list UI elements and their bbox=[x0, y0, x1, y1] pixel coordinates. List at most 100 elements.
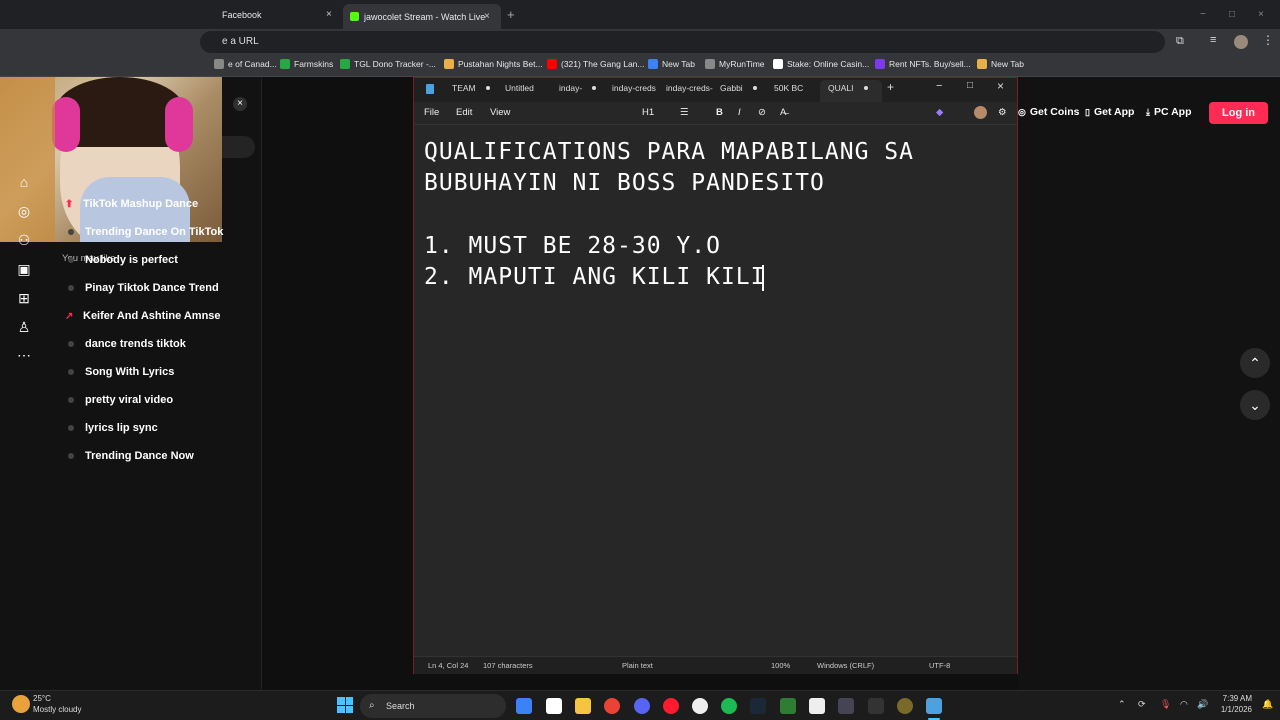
bookmark-item[interactable]: MyRunTime bbox=[705, 59, 765, 69]
link-icon[interactable]: ⊘ bbox=[758, 107, 766, 118]
new-tab-button[interactable]: + bbox=[507, 4, 515, 25]
suggestion-item[interactable]: Trending Dance On TikTok bbox=[65, 226, 223, 238]
discord-icon[interactable] bbox=[634, 698, 650, 714]
live-icon[interactable]: ▣ bbox=[14, 259, 34, 279]
app-icon[interactable] bbox=[897, 698, 913, 714]
get-app-button[interactable]: ▯ Get App bbox=[1085, 106, 1134, 118]
bookmark-item[interactable]: Pustahan Nights Bet... bbox=[444, 59, 543, 69]
volume-icon[interactable]: 🔊 bbox=[1197, 699, 1208, 710]
profile-avatar[interactable] bbox=[1234, 35, 1248, 49]
notepad-tab[interactable]: QUALI bbox=[828, 83, 868, 93]
notepad-tab[interactable]: Gabbi bbox=[720, 83, 757, 93]
close-tab-icon[interactable]: × bbox=[326, 9, 332, 20]
text-editor[interactable]: QUALIFICATIONS PARA MAPABILANG SA BUBUHA… bbox=[414, 124, 1017, 654]
obs-icon[interactable] bbox=[692, 698, 708, 714]
steam-icon[interactable] bbox=[750, 698, 766, 714]
copilot-icon[interactable]: ◆ bbox=[936, 107, 943, 118]
suggestion-item[interactable]: dance trends tiktok bbox=[65, 338, 186, 350]
encoding[interactable]: UTF-8 bbox=[929, 661, 950, 670]
notepad-tab[interactable]: Untitled bbox=[505, 83, 534, 93]
heading-dropdown[interactable]: H1 bbox=[642, 107, 654, 118]
menu-file[interactable]: File bbox=[424, 107, 439, 118]
close-icon[interactable]: × bbox=[233, 97, 247, 111]
notification-icon[interactable]: 🔔 bbox=[1262, 699, 1273, 710]
notepad-tab[interactable]: inday- bbox=[559, 83, 597, 93]
settings-icon[interactable]: ⚙ bbox=[998, 107, 1007, 118]
suggestion-item[interactable]: Song With Lyrics bbox=[65, 366, 174, 378]
account-avatar[interactable] bbox=[974, 106, 987, 119]
file-explorer-icon[interactable] bbox=[575, 698, 591, 714]
pc-app-button[interactable]: ⤓ PC App bbox=[1146, 106, 1192, 118]
menu-view[interactable]: View bbox=[490, 107, 510, 118]
taskbar-search[interactable]: ⌕ Search bbox=[360, 694, 506, 718]
notepad-taskbar-icon[interactable] bbox=[926, 698, 942, 714]
line-ending[interactable]: Windows (CRLF) bbox=[817, 661, 874, 670]
close-icon[interactable]: × bbox=[997, 79, 1004, 93]
clock-time[interactable]: 7:39 AM bbox=[1218, 694, 1252, 703]
more-icon[interactable]: ⋯ bbox=[14, 345, 34, 365]
app-icon[interactable] bbox=[780, 698, 796, 714]
explore-icon[interactable]: ◎ bbox=[14, 201, 34, 221]
extensions-icon[interactable]: ⧉ bbox=[1176, 35, 1184, 48]
following-icon[interactable]: ⚇ bbox=[14, 230, 34, 250]
suggestion-item[interactable]: Nobody is perfect bbox=[65, 254, 178, 266]
reading-list-icon[interactable]: ≡ bbox=[1210, 34, 1216, 46]
bookmark-item[interactable]: Farmskins bbox=[280, 59, 333, 69]
profile-icon[interactable]: ♙ bbox=[14, 317, 34, 337]
task-view-icon[interactable] bbox=[546, 698, 562, 714]
notepad-tab[interactable]: inday-creds bbox=[612, 83, 656, 93]
bookmark-item[interactable]: Rent NFTs. Buy/sell... bbox=[875, 59, 971, 69]
suggestion-item[interactable]: lyrics lip sync bbox=[65, 422, 158, 434]
italic-icon[interactable]: I bbox=[738, 107, 741, 118]
clear-format-icon[interactable]: A̶ bbox=[780, 107, 786, 118]
suggestion-item[interactable]: ↗ Keifer And Ashtine Amnse bbox=[65, 310, 221, 322]
notepad-tab[interactable]: 50K BC bbox=[774, 83, 803, 93]
login-button[interactable]: Log in bbox=[1209, 102, 1268, 124]
browser-tab-stream[interactable]: jawocolet Stream - Watch Live × bbox=[343, 4, 501, 29]
browser-tab-facebook[interactable]: Facebook × bbox=[222, 4, 340, 25]
notepad-tab[interactable]: inday-creds- bbox=[666, 83, 713, 93]
opera-icon[interactable] bbox=[663, 698, 679, 714]
app-icon[interactable] bbox=[838, 698, 854, 714]
maximize-icon[interactable]: □ bbox=[1229, 4, 1235, 25]
bookmark-item[interactable]: e of Canad... bbox=[214, 59, 277, 69]
maximize-icon[interactable]: □ bbox=[967, 80, 973, 91]
menu-icon[interactable]: ⋮ bbox=[1262, 33, 1274, 47]
zoom-level[interactable]: 100% bbox=[771, 661, 790, 670]
spotify-icon[interactable] bbox=[721, 698, 737, 714]
bookmark-item[interactable]: Stake: Online Casin... bbox=[773, 59, 869, 69]
minimize-icon[interactable]: − bbox=[936, 80, 942, 92]
list-icon[interactable]: ☰ bbox=[680, 107, 689, 118]
address-bar[interactable]: e a URL bbox=[200, 31, 1165, 53]
windows-start-icon[interactable] bbox=[337, 697, 353, 713]
bookmark-item[interactable]: New Tab bbox=[648, 59, 695, 69]
chevron-up-icon[interactable]: ⌃ bbox=[1118, 699, 1126, 710]
copilot-app-icon[interactable] bbox=[516, 698, 532, 714]
upload-icon[interactable]: ⊞ bbox=[14, 288, 34, 308]
home-icon[interactable]: ⌂ bbox=[14, 172, 34, 192]
close-window-icon[interactable]: × bbox=[1258, 4, 1264, 25]
close-tab-icon[interactable]: × bbox=[484, 11, 490, 22]
suggestion-item[interactable]: pretty viral video bbox=[65, 394, 173, 406]
app-icon[interactable] bbox=[809, 698, 825, 714]
chevron-down-icon[interactable]: ⌄ bbox=[1240, 390, 1270, 420]
wifi-icon[interactable]: ◠ bbox=[1180, 699, 1188, 710]
suggestion-item[interactable]: Pinay Tiktok Dance Trend bbox=[65, 282, 219, 294]
get-coins-button[interactable]: ◎ Get Coins bbox=[1018, 106, 1079, 118]
clock-date[interactable]: 1/1/2026 bbox=[1214, 705, 1252, 714]
chrome-icon[interactable] bbox=[604, 698, 620, 714]
shield-icon[interactable] bbox=[868, 698, 884, 714]
bookmark-item[interactable]: New Tab bbox=[977, 59, 1024, 69]
suggestion-item[interactable]: ⬆ TikTok Mashup Dance bbox=[65, 198, 198, 210]
new-tab-button[interactable]: + bbox=[887, 80, 894, 94]
sync-icon[interactable]: ⟳ bbox=[1138, 699, 1146, 710]
bookmark-item[interactable]: TGL Dono Tracker -... bbox=[340, 59, 436, 69]
notepad-tab[interactable]: TEAM bbox=[452, 83, 490, 93]
menu-edit[interactable]: Edit bbox=[456, 107, 472, 118]
suggestion-item[interactable]: Trending Dance Now bbox=[65, 450, 194, 462]
chevron-up-icon[interactable]: ⌃ bbox=[1240, 348, 1270, 378]
bookmark-item[interactable]: (321) The Gang Lan... bbox=[547, 59, 644, 69]
search-field-edge[interactable] bbox=[222, 136, 255, 158]
minimize-icon[interactable]: − bbox=[1200, 4, 1206, 25]
microphone-icon[interactable]: 🎙 bbox=[1160, 699, 1171, 710]
